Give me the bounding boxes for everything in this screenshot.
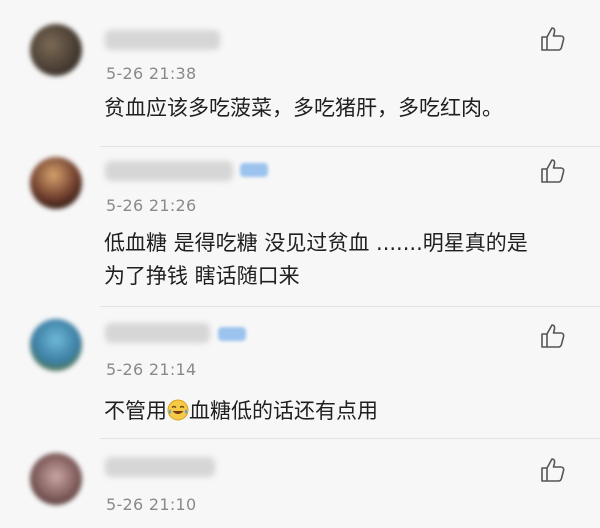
username-blurred[interactable]: [105, 323, 210, 343]
comment-time: 5-26 21:10: [106, 495, 197, 514]
avatar[interactable]: [30, 319, 82, 371]
vip-badge: [240, 163, 268, 177]
comment-item: 5-26 21:14 不管用 血糖低的话还有点用: [0, 307, 600, 439]
avatar[interactable]: [30, 453, 82, 505]
comment-text-part: 血糖低的话还有点用: [189, 399, 378, 423]
username-blurred[interactable]: [105, 30, 220, 50]
comment-item: 5-26 21:38 贫血应该多吃菠菜，多吃猪肝，多吃红肉。: [0, 0, 600, 148]
comment-item: 5-26 21:10: [0, 439, 600, 528]
comment-item: 5-26 21:26 低血糖 是得吃糖 没见过贫血 .......明星真的是 为…: [0, 147, 600, 307]
comment-text: 贫血应该多吃菠菜，多吃猪肝，多吃红肉。: [104, 96, 503, 120]
comment-time: 5-26 21:38: [106, 64, 197, 83]
thumbs-up-icon[interactable]: [538, 24, 568, 54]
avatar[interactable]: [30, 157, 82, 209]
comment-text-line-2: 为了挣钱 瞎话随口来: [104, 264, 300, 288]
thumbs-up-icon[interactable]: [538, 455, 568, 485]
username-blurred[interactable]: [105, 457, 215, 477]
thumbs-up-icon[interactable]: [538, 321, 568, 351]
thumbs-up-icon[interactable]: [538, 156, 568, 186]
comment-time: 5-26 21:14: [106, 360, 197, 379]
vip-badge: [218, 327, 246, 341]
laughing-crying-emoji-icon: [167, 399, 189, 421]
comment-text: 不管用 血糖低的话还有点用: [104, 395, 378, 428]
username-blurred[interactable]: [105, 161, 233, 181]
comment-text: 低血糖 是得吃糖 没见过贫血 .......明星真的是: [104, 231, 528, 255]
comment-text-part: 不管用: [104, 399, 167, 423]
comment-time: 5-26 21:26: [106, 196, 197, 215]
avatar[interactable]: [30, 24, 82, 76]
